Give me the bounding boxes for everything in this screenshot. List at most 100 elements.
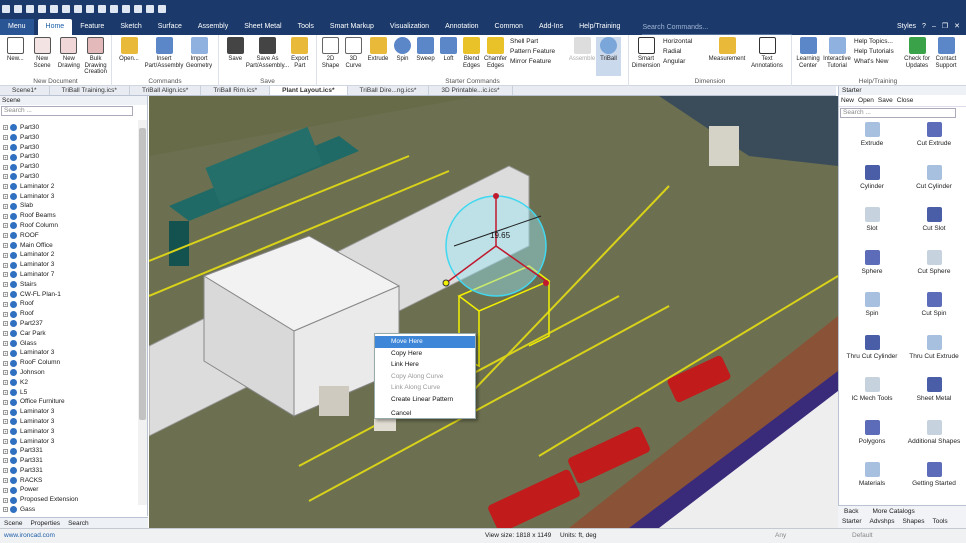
spin-button[interactable]: Spin [391,37,414,76]
tab-add-ins[interactable]: Add-Ins [531,19,571,35]
scene-tree-item[interactable]: + Part30 [0,123,138,133]
expand-icon[interactable]: + [3,360,8,366]
scene-search-input[interactable]: Search ... [1,106,133,116]
expand-icon[interactable]: + [3,321,8,327]
scene-tree-item[interactable]: + Roof Beams [0,211,138,221]
expand-icon[interactable]: + [3,164,8,170]
blend-edges-button[interactable]: Blend Edges [460,37,483,76]
catalog-item[interactable]: Materials [843,462,901,488]
doc-tab[interactable]: 3D Printable...ic.ics* [429,86,513,95]
text-annotations-button[interactable]: Text Annotations [749,37,785,76]
doc-tab[interactable]: TriBall Rim.ics* [201,86,271,95]
expand-icon[interactable]: + [3,409,8,415]
expand-icon[interactable]: + [3,340,8,346]
scene-tree-item[interactable]: + Part30 [0,133,138,143]
loft-button[interactable]: Loft [437,37,460,76]
expand-icon[interactable]: + [3,144,8,150]
triball-button[interactable]: TriBall [596,37,621,76]
scene-tree-item[interactable]: + Laminator 3 [0,437,138,447]
scene-tree-item[interactable]: + Main Office [0,241,138,251]
tab-assembly[interactable]: Assembly [190,19,236,35]
properties-tab[interactable]: Properties [30,518,60,528]
scene-tree-item[interactable]: + Johnson [0,368,138,378]
expand-icon[interactable]: + [3,507,8,513]
catalog-open-button[interactable]: Open [858,97,874,104]
catalog-tab-tools[interactable]: Tools [933,518,948,525]
tab-feature[interactable]: Feature [72,19,112,35]
save-as-button[interactable]: Save As Part/Assembly... [246,37,289,76]
catalog-item[interactable]: IC Mech Tools [843,377,901,403]
menu-item-create-linear-pattern[interactable]: Create Linear Pattern [375,394,475,406]
menu-button[interactable]: Menu [0,19,34,35]
help-topics-button[interactable]: Help Topics... [854,37,900,47]
scene-tree-item[interactable]: + ROOF [0,231,138,241]
catalog-item[interactable]: Polygons [843,419,901,446]
keyboard-icon[interactable] [146,4,154,13]
help-button[interactable]: ? [922,23,926,30]
radial-button[interactable]: Radial [663,47,703,57]
minimize-icon[interactable]: – [932,23,936,30]
expand-icon[interactable]: + [3,193,8,199]
scene-tree-item[interactable]: + Roof Column [0,221,138,231]
catalog-save-button[interactable]: Save [878,97,893,104]
expand-icon[interactable]: + [3,262,8,268]
catalog-item[interactable]: Cut Extrude [905,122,963,148]
insert-button[interactable]: Insert Part/Assembly [144,37,184,76]
scene-tree-item[interactable]: + Power [0,485,138,495]
tab-smart-markup[interactable]: Smart Markup [322,19,382,35]
scene-tab[interactable]: Scene [4,518,22,528]
new-icon[interactable] [14,4,22,13]
units-readout[interactable]: Units: ft, deg [560,529,597,543]
new-drawing-button[interactable]: New Drawing [56,37,83,76]
expand-icon[interactable]: + [3,438,8,444]
3d-viewport[interactable]: 19.65 [149,96,838,528]
scene-tree-item[interactable]: + Laminator 3 [0,260,138,270]
scene-tree-item[interactable]: + Laminator 3 [0,192,138,202]
expand-icon[interactable]: + [3,399,8,405]
menu-item-copy-here[interactable]: Copy Here [375,348,475,360]
expand-icon[interactable]: + [3,252,8,258]
render-icon[interactable] [98,4,106,13]
expand-icon[interactable]: + [3,478,8,484]
check-updates-button[interactable]: Check for Updates [902,37,932,76]
doc-tab-active[interactable]: Plant Layout.ics* [270,86,348,95]
horizontal-button[interactable]: Horizontal [663,37,703,47]
tab-annotation[interactable]: Annotation [437,19,486,35]
expand-icon[interactable]: + [3,242,8,248]
more-catalogs-button[interactable]: More Catalogs [872,508,914,515]
close-icon[interactable]: ✕ [954,22,960,30]
expand-icon[interactable]: + [3,135,8,141]
catalog-item[interactable]: Thru Cut Extrude [905,334,963,361]
catalog-item[interactable]: Cut Spin [905,292,963,318]
tab-surface[interactable]: Surface [150,19,190,35]
catalog-tab-shapes[interactable]: Shapes [902,518,924,525]
scene-tree-item[interactable]: + Part331 [0,456,138,466]
new-button[interactable]: New... [2,37,29,76]
doc-tab[interactable]: TriBall Training.ics* [50,86,130,95]
scene-tree-item[interactable]: + Laminator 3 [0,407,138,417]
scene-tree-item[interactable]: + Part237 [0,319,138,329]
scene-tree-item[interactable]: + Roof [0,309,138,319]
scene-tree-item[interactable]: + Gass [0,505,138,515]
command-search-input[interactable]: Search Commands... [642,21,793,35]
expand-icon[interactable]: + [3,419,8,425]
3d-curve-button[interactable]: 3D Curve [342,37,365,76]
doc-tab[interactable]: TriBall Dire...ng.ics* [348,86,430,95]
scene-tree-item[interactable]: + RooF Column [0,358,138,368]
expand-icon[interactable]: + [3,125,8,131]
scene-tree-item[interactable]: + Laminator 3 [0,427,138,437]
catalog-item[interactable]: Cut Sphere [905,249,963,276]
catalog-item[interactable]: Additional Shapes [905,419,963,446]
drawing-icon[interactable] [62,4,70,13]
expand-icon[interactable]: + [3,291,8,297]
catalog-close-button[interactable]: Close [897,97,914,104]
catalog-tab-advshps[interactable]: Advshps [870,518,895,525]
smart-dimension-button[interactable]: Smart Dimension [631,37,661,76]
filter-any-field[interactable]: Any [775,529,786,543]
scene-tree-item[interactable]: + Stairs [0,280,138,290]
pattern-feature-button[interactable]: Pattern Feature [510,47,566,57]
scene-scrollbar-thumb[interactable] [139,128,146,420]
tab-common[interactable]: Common [487,19,531,35]
default-field[interactable]: Default [852,529,873,543]
expand-icon[interactable]: + [3,301,8,307]
